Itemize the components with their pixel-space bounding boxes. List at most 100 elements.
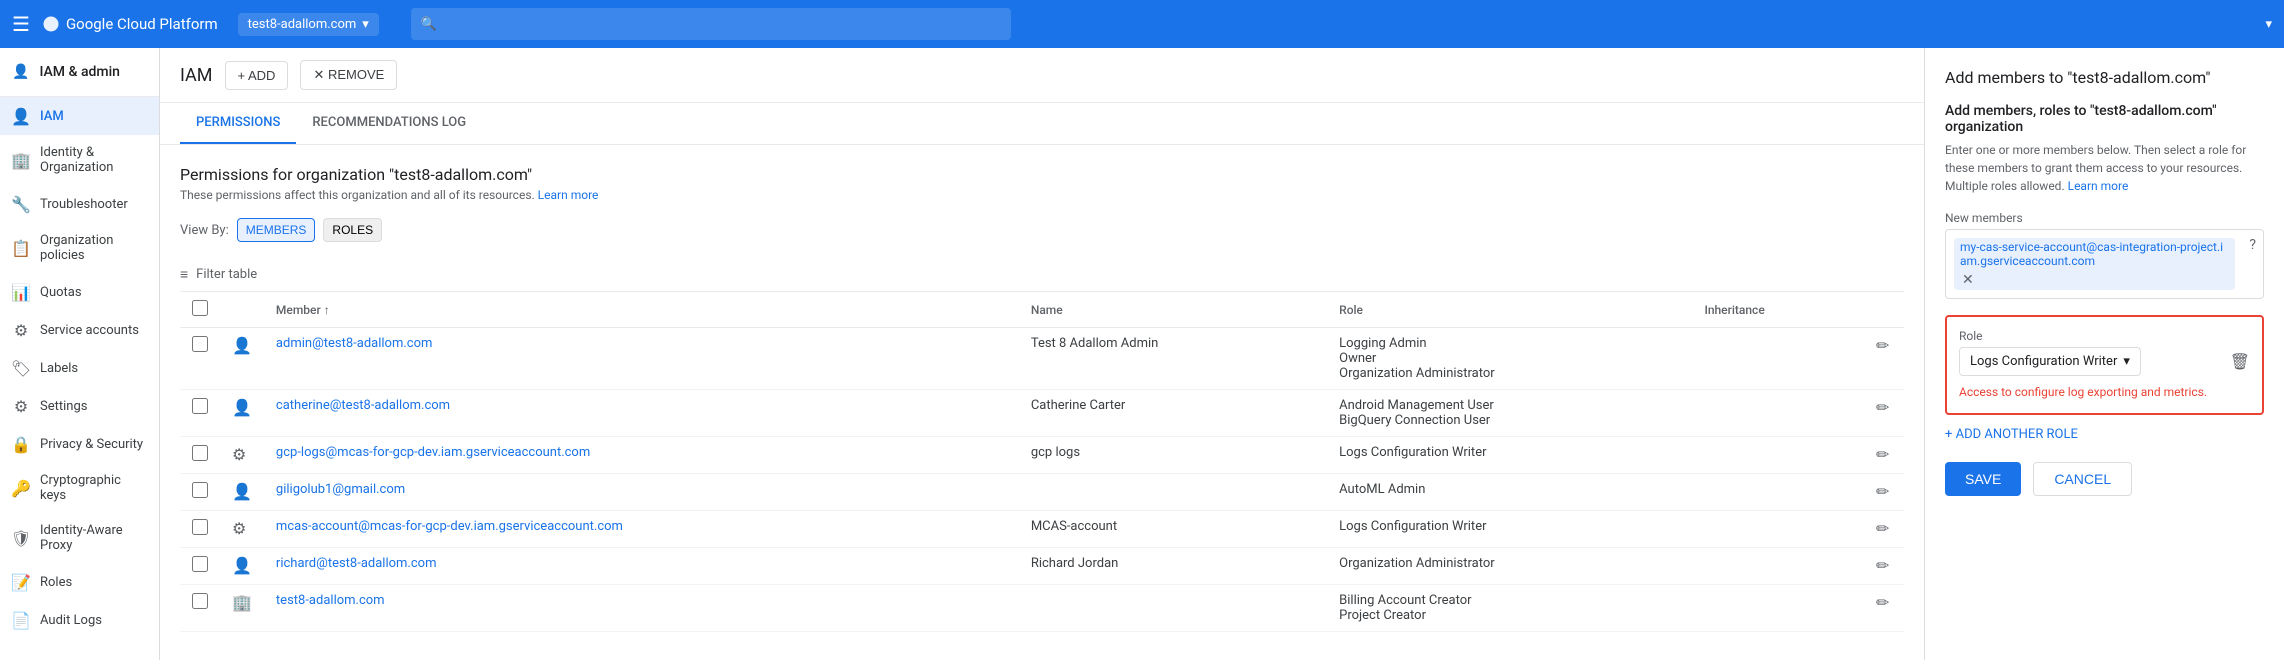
identity-aware-icon: 🛡 (12, 529, 30, 547)
learn-more-link[interactable]: Learn more (538, 188, 599, 202)
sidebar-item-settings[interactable]: ⚙ Settings (0, 387, 159, 425)
member-link[interactable]: mcas-account@mcas-for-gcp-dev.iam.gservi… (276, 519, 623, 534)
member-link[interactable]: admin@test8-adallom.com (276, 336, 432, 351)
role-section: Role Logs Configuration Writer ▾ 🗑 Acces… (1945, 315, 2264, 415)
edit-icon[interactable]: ✏ (1876, 336, 1889, 355)
role-description: Access to configure log exporting and me… (1959, 384, 2250, 401)
edit-icon[interactable]: ✏ (1876, 398, 1889, 417)
role-chevron: ▾ (2123, 354, 2130, 369)
sidebar-item-label: Organization policies (40, 233, 147, 263)
project-selector[interactable]: test8-adallom.com ▾ (238, 13, 379, 36)
sidebar-item-identity-org[interactable]: 🏢 Identity & Organization (0, 135, 159, 185)
member-link[interactable]: giligolub1@gmail.com (276, 482, 405, 497)
save-button[interactable]: SAVE (1945, 462, 2021, 496)
member-link[interactable]: test8-adallom.com (276, 593, 385, 608)
project-chevron: ▾ (362, 17, 369, 32)
edit-icon[interactable]: ✏ (1876, 593, 1889, 612)
remove-button[interactable]: ✕ REMOVE (300, 60, 397, 90)
add-button[interactable]: + ADD (225, 61, 289, 90)
app-logo: Google Cloud Platform (42, 15, 218, 33)
search-icon: 🔍 (421, 17, 437, 32)
settings-icon: ⚙ (12, 397, 30, 415)
row-checkbox[interactable] (192, 398, 208, 414)
panel-learn-more-link[interactable]: Learn more (2068, 179, 2129, 193)
edit-icon[interactable]: ✏ (1876, 445, 1889, 464)
col-member[interactable]: Member ↑ (264, 292, 1019, 328)
role-dropdown[interactable]: Logs Configuration Writer ▾ (1959, 347, 2141, 376)
sidebar-item-label: Labels (40, 361, 78, 376)
type-icon: ⚙ (232, 445, 246, 464)
add-role-label: + ADD ANOTHER ROLE (1945, 427, 2078, 442)
topbar-right: ▾ (2265, 17, 2272, 32)
sidebar-item-org-policies[interactable]: 📋 Organization policies (0, 223, 159, 273)
tab-recommendations-log[interactable]: RECOMMENDATIONS LOG (296, 103, 482, 144)
topbar: ☰ Google Cloud Platform test8-adallom.co… (0, 0, 2284, 48)
edit-icon[interactable]: ✏ (1876, 482, 1889, 501)
sidebar-item-label: Identity-Aware Proxy (40, 523, 147, 553)
member-name: Catherine Carter (1019, 390, 1327, 437)
member-inheritance (1692, 585, 1864, 632)
delete-role-icon[interactable]: 🗑 (2230, 352, 2250, 371)
sidebar-item-roles[interactable]: 📝 Roles (0, 563, 159, 601)
type-icon: 👤 (232, 482, 252, 501)
panel-title: Add members to "test8-adallom.com" (1945, 68, 2264, 87)
type-icon: ⚙ (232, 519, 246, 538)
sidebar-item-crypto-keys[interactable]: 🔑 Cryptographic keys (0, 463, 159, 513)
sidebar-item-service-accounts[interactable]: ⚙ Service accounts (0, 311, 159, 349)
labels-icon: 🏷 (12, 359, 30, 377)
tab-permissions[interactable]: PERMISSIONS (180, 103, 296, 144)
sidebar-item-privacy-security[interactable]: 🔒 Privacy & Security (0, 425, 159, 463)
sidebar-item-quotas[interactable]: 📊 Quotas (0, 273, 159, 311)
sidebar-item-label: Identity & Organization (40, 145, 147, 175)
row-checkbox[interactable] (192, 519, 208, 535)
member-tag-close[interactable]: ✕ (1962, 272, 1974, 288)
view-members-button[interactable]: MEMBERS (237, 218, 316, 242)
member-link[interactable]: gcp-logs@mcas-for-gcp-dev.iam.gserviceac… (276, 445, 590, 460)
member-name (1019, 474, 1327, 511)
table-row: 👤 admin@test8-adallom.com Test 8 Adallom… (180, 328, 1904, 390)
sidebar-item-labels[interactable]: 🏷 Labels (0, 349, 159, 387)
add-role-link[interactable]: + ADD ANOTHER ROLE (1945, 427, 2264, 442)
select-all-checkbox[interactable] (192, 300, 208, 316)
member-link[interactable]: richard@test8-adallom.com (276, 556, 437, 571)
tabs-bar: PERMISSIONS RECOMMENDATIONS LOG (160, 103, 1924, 145)
sidebar-header: 👤 IAM & admin (0, 48, 159, 97)
search-bar[interactable]: 🔍 (411, 8, 1011, 40)
sidebar-item-audit-logs[interactable]: 📄 Audit Logs (0, 601, 159, 639)
topbar-chevron: ▾ (2265, 17, 2272, 32)
row-checkbox[interactable] (192, 445, 208, 461)
edit-icon[interactable]: ✏ (1876, 519, 1889, 538)
member-link[interactable]: catherine@test8-adallom.com (276, 398, 450, 413)
member-input[interactable]: my-cas-service-account@cas-integration-p… (1945, 229, 2264, 299)
cancel-button[interactable]: CANCEL (2033, 462, 2132, 496)
app-name: Google Cloud Platform (66, 15, 218, 33)
type-icon: 👤 (232, 556, 252, 575)
sidebar-item-identity-aware[interactable]: 🛡 Identity-Aware Proxy (0, 513, 159, 563)
troubleshooter-icon: 🔧 (12, 195, 30, 213)
view-roles-button[interactable]: ROLES (323, 218, 382, 242)
member-name: MCAS-account (1019, 511, 1327, 548)
menu-icon[interactable]: ☰ (12, 12, 30, 36)
row-checkbox[interactable] (192, 556, 208, 572)
member-roles: Android Management UserBigQuery Connecti… (1327, 390, 1692, 437)
member-inheritance (1692, 511, 1864, 548)
row-checkbox[interactable] (192, 593, 208, 609)
member-name: Richard Jordan (1019, 548, 1327, 585)
filter-icon: ≡ (180, 266, 188, 283)
sidebar-item-iam[interactable]: 👤 IAM (0, 97, 159, 135)
row-checkbox[interactable] (192, 336, 208, 352)
member-inheritance (1692, 474, 1864, 511)
help-icon[interactable]: ? (2249, 237, 2256, 253)
quotas-icon: 📊 (12, 283, 30, 301)
sidebar-item-troubleshooter[interactable]: 🔧 Troubleshooter (0, 185, 159, 223)
iam-icon: 👤 (12, 107, 30, 125)
edit-icon[interactable]: ✏ (1876, 556, 1889, 575)
member-inheritance (1692, 548, 1864, 585)
member-name (1019, 585, 1327, 632)
member-input-wrapper: my-cas-service-account@cas-integration-p… (1945, 229, 2264, 299)
panel-subtitle: Add members, roles to "test8-adallom.com… (1945, 103, 2264, 135)
service-accounts-icon: ⚙ (12, 321, 30, 339)
row-checkbox[interactable] (192, 482, 208, 498)
col-type (220, 292, 264, 328)
permissions-section: Permissions for organization "test8-adal… (160, 145, 1924, 652)
